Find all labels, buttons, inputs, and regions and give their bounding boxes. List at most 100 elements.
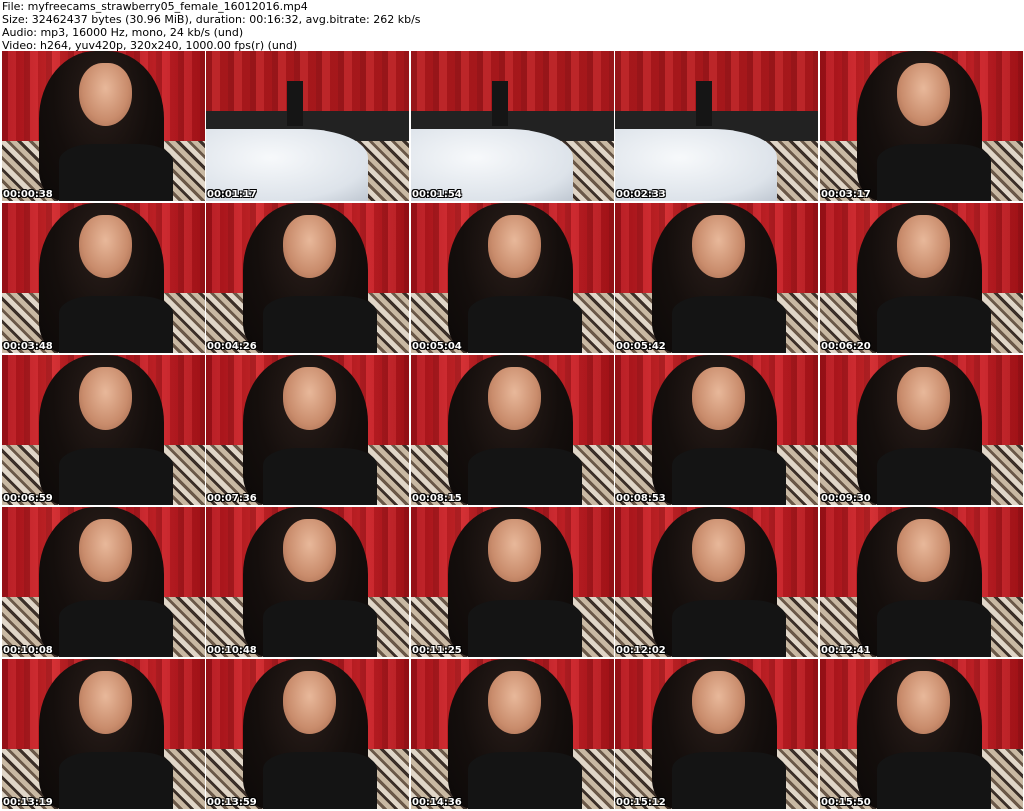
thumbnail-image-part: [262, 752, 377, 809]
thumbnail-image-part: [876, 752, 991, 809]
thumbnail-image-part: [488, 671, 541, 734]
thumbnail-image-part: [467, 600, 582, 657]
thumbnail-image-part: [696, 81, 713, 126]
thumbnail-image-part: [692, 671, 745, 734]
thumbnail-timestamp: 00:00:38: [3, 189, 53, 200]
thumbnail-timestamp: 00:15:12: [616, 797, 666, 808]
thumbnail-image-part: [262, 600, 377, 657]
video-thumbnail: 00:02:33: [615, 51, 818, 201]
thumbnail-image-part: [615, 51, 818, 111]
thumbnail-image-part: [262, 296, 377, 353]
thumbnail-image-part: [467, 752, 582, 809]
video-thumbnail: 00:13:59: [206, 659, 409, 809]
thumbnail-timestamp: 00:02:33: [616, 189, 666, 200]
thumbnail-timestamp: 00:13:59: [207, 797, 257, 808]
thumbnail-image-part: [488, 215, 541, 278]
video-thumbnail: 00:13:19: [2, 659, 205, 809]
video-thumbnail: 00:15:12: [615, 659, 818, 809]
thumbnail-image-part: [692, 519, 745, 582]
thumbnail-timestamp: 00:13:19: [3, 797, 53, 808]
video-thumbnail: 00:10:48: [206, 507, 409, 657]
thumbnail-timestamp: 00:10:48: [207, 645, 257, 656]
video-thumbnail: 00:08:53: [615, 355, 818, 505]
thumbnail-timestamp: 00:05:04: [412, 341, 462, 352]
thumbnail-image-part: [283, 671, 336, 734]
thumbnail-image-part: [287, 81, 304, 126]
thumbnail-image-part: [876, 296, 991, 353]
thumbnail-image-part: [58, 448, 173, 505]
video-thumbnail: 00:03:48: [2, 203, 205, 353]
thumbnail-image-part: [283, 215, 336, 278]
thumbnail-timestamp: 00:07:36: [207, 493, 257, 504]
video-thumbnail: 00:10:08: [2, 507, 205, 657]
thumbnail-timestamp: 00:03:48: [3, 341, 53, 352]
thumbnail-image-part: [897, 519, 950, 582]
thumbnail-image-part: [467, 296, 582, 353]
video-thumbnail: 00:06:59: [2, 355, 205, 505]
thumbnail-timestamp: 00:09:30: [821, 493, 871, 504]
video-thumbnail: 00:08:15: [411, 355, 614, 505]
thumbnail-timestamp: 00:11:25: [412, 645, 462, 656]
video-thumbnail: 00:07:36: [206, 355, 409, 505]
thumbnail-image-part: [283, 519, 336, 582]
thumbnail-image-part: [283, 367, 336, 430]
thumbnail-timestamp: 00:08:15: [412, 493, 462, 504]
thumbnail-image-part: [876, 448, 991, 505]
thumbnail-timestamp: 00:05:42: [616, 341, 666, 352]
thumbnail-timestamp: 00:01:17: [207, 189, 257, 200]
thumbnail-image-part: [492, 81, 509, 126]
thumbnail-image-part: [262, 448, 377, 505]
thumbnail-timestamp: 00:01:54: [412, 189, 462, 200]
thumbnail-image-part: [206, 51, 409, 111]
video-thumbnail: 00:11:25: [411, 507, 614, 657]
thumbnail-image-part: [671, 448, 786, 505]
video-thumbnail: 00:09:30: [820, 355, 1023, 505]
video-thumbnail: 00:15:50: [820, 659, 1023, 809]
video-thumbnail: 00:12:02: [615, 507, 818, 657]
thumbnail-image-part: [79, 63, 132, 126]
thumbnail-image-part: [692, 215, 745, 278]
file-size-line: Size: 32462437 bytes (30.96 MiB), durati…: [2, 13, 421, 26]
thumbnail-image-part: [79, 671, 132, 734]
thumbnail-image-part: [58, 600, 173, 657]
thumbnail-grid: 00:00:38 00:01:17 00:01:54 00:02:33 00:03:17…: [2, 51, 1023, 811]
thumbnail-image-part: [488, 519, 541, 582]
thumbnail-image-part: [897, 367, 950, 430]
thumbnail-image-part: [79, 215, 132, 278]
thumbnail-timestamp: 00:15:50: [821, 797, 871, 808]
thumbnail-image-part: [897, 671, 950, 734]
thumbnail-image-part: [58, 752, 173, 809]
thumbnail-image-part: [897, 215, 950, 278]
video-thumbnail: 00:04:26: [206, 203, 409, 353]
thumbnail-timestamp: 00:14:36: [412, 797, 462, 808]
thumbnail-image-part: [692, 367, 745, 430]
video-thumbnail: 00:01:54: [411, 51, 614, 201]
thumbnail-image-part: [671, 600, 786, 657]
thumbnail-image-part: [488, 367, 541, 430]
thumbnail-image-part: [467, 448, 582, 505]
video-thumbnail: 00:06:20: [820, 203, 1023, 353]
thumbnail-timestamp: 00:12:41: [821, 645, 871, 656]
thumbnail-timestamp: 00:08:53: [616, 493, 666, 504]
video-thumbnail: 00:01:17: [206, 51, 409, 201]
video-thumbnail: 00:14:36: [411, 659, 614, 809]
thumbnail-timestamp: 00:12:02: [616, 645, 666, 656]
thumbnail-image-part: [411, 51, 614, 111]
video-thumbnail: 00:05:42: [615, 203, 818, 353]
thumbnail-image-part: [897, 63, 950, 126]
video-thumbnail: 00:03:17: [820, 51, 1023, 201]
thumbnail-image-part: [79, 519, 132, 582]
thumbnail-image-part: [58, 296, 173, 353]
thumbnail-timestamp: 00:04:26: [207, 341, 257, 352]
thumbnail-image-part: [79, 367, 132, 430]
thumbnail-timestamp: 00:06:20: [821, 341, 871, 352]
thumbnail-image-part: [671, 296, 786, 353]
file-info-header: File: myfreecams_strawberry05_female_160…: [2, 0, 421, 52]
thumbnail-image-part: [876, 144, 991, 201]
thumbnail-image-part: [671, 752, 786, 809]
thumbnail-timestamp: 00:10:08: [3, 645, 53, 656]
thumbnail-image-part: [876, 600, 991, 657]
video-thumbnail: 00:12:41: [820, 507, 1023, 657]
audio-info-line: Audio: mp3, 16000 Hz, mono, 24 kb/s (und…: [2, 26, 244, 39]
thumbnail-timestamp: 00:03:17: [821, 189, 871, 200]
